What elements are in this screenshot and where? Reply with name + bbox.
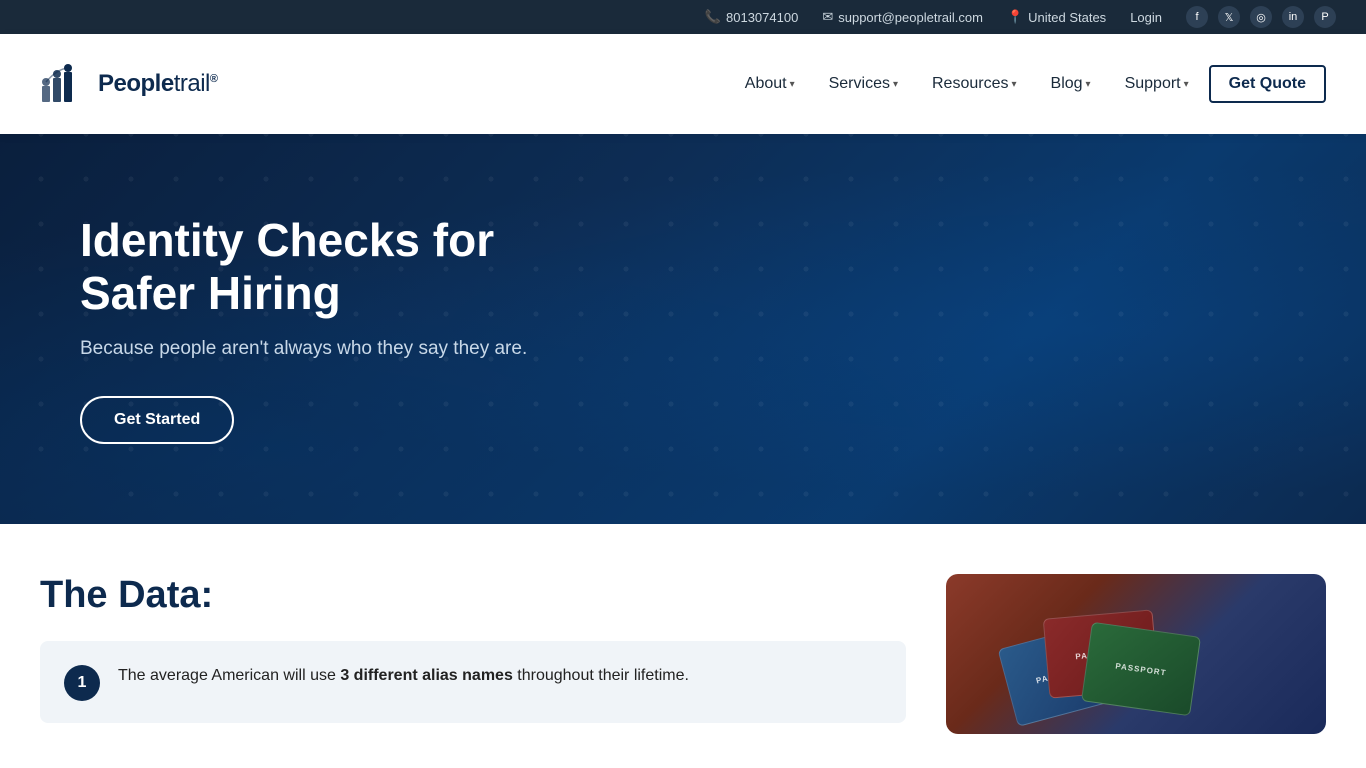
blog-chevron-icon: ▾ (1086, 79, 1091, 90)
pinterest-icon[interactable]: P (1314, 6, 1336, 28)
nav-item-support[interactable]: Support ▾ (1111, 67, 1203, 101)
hero-subtitle: Because people aren't always who they sa… (80, 338, 620, 360)
hero-section: Identity Checks for Safer Hiring Because… (0, 134, 1366, 524)
data-card-1: 1 The average American will use 3 differ… (40, 641, 906, 723)
phone-number: 8013074100 (726, 10, 798, 25)
passport-stack: PASSPORT PASSPORT PASSPORT (986, 584, 1286, 724)
email-icon: ✉ (822, 9, 833, 25)
instagram-icon[interactable]: ◎ (1250, 6, 1272, 28)
passport-image: PASSPORT PASSPORT PASSPORT (946, 574, 1326, 734)
logo-svg-icon (40, 64, 90, 104)
services-chevron-icon: ▾ (893, 79, 898, 90)
login-link[interactable]: Login (1130, 10, 1162, 25)
support-chevron-icon: ▾ (1184, 79, 1189, 90)
get-quote-button[interactable]: Get Quote (1209, 65, 1326, 103)
data-card-number-1: 1 (64, 665, 100, 701)
data-section-title: The Data: (40, 574, 906, 617)
nav-links: About ▾ Services ▾ Resources ▾ Blog ▾ Su… (731, 65, 1326, 103)
location-icon: 📍 (1007, 9, 1023, 25)
resources-chevron-icon: ▾ (1011, 79, 1016, 90)
nav-item-resources[interactable]: Resources ▾ (918, 67, 1031, 101)
twitter-icon[interactable]: 𝕏 (1218, 6, 1240, 28)
top-bar: 📞 8013074100 ✉ support@peopletrail.com 📍… (0, 0, 1366, 34)
nav-item-about[interactable]: About ▾ (731, 67, 809, 101)
about-chevron-icon: ▾ (790, 79, 795, 90)
nav-item-blog[interactable]: Blog ▾ (1037, 67, 1105, 101)
email-item: ✉ support@peopletrail.com (822, 9, 983, 25)
linkedin-icon[interactable]: in (1282, 6, 1304, 28)
logo[interactable]: Peopletrail® (40, 64, 217, 104)
nav-item-services[interactable]: Services ▾ (815, 67, 912, 101)
data-card-text-1: The average American will use 3 differen… (118, 663, 689, 689)
email-address: support@peopletrail.com (838, 10, 983, 25)
location-text: United States (1028, 10, 1106, 25)
data-left-column: The Data: 1 The average American will us… (40, 574, 906, 723)
data-section: The Data: 1 The average American will us… (0, 524, 1366, 754)
phone-item: 📞 8013074100 (705, 9, 799, 25)
nav-bar: Peopletrail® About ▾ Services ▾ Resource… (0, 34, 1366, 134)
facebook-icon[interactable]: f (1186, 6, 1208, 28)
logo-text: Peopletrail® (98, 70, 217, 98)
passport-3: PASSPORT (1081, 622, 1201, 717)
location-item: 📍 United States (1007, 9, 1106, 25)
phone-icon: 📞 (705, 9, 721, 25)
hero-content: Identity Checks for Safer Hiring Because… (0, 214, 700, 444)
hero-title: Identity Checks for Safer Hiring (80, 214, 620, 320)
get-started-button[interactable]: Get Started (80, 396, 234, 444)
social-icons: f 𝕏 ◎ in P (1186, 6, 1336, 28)
